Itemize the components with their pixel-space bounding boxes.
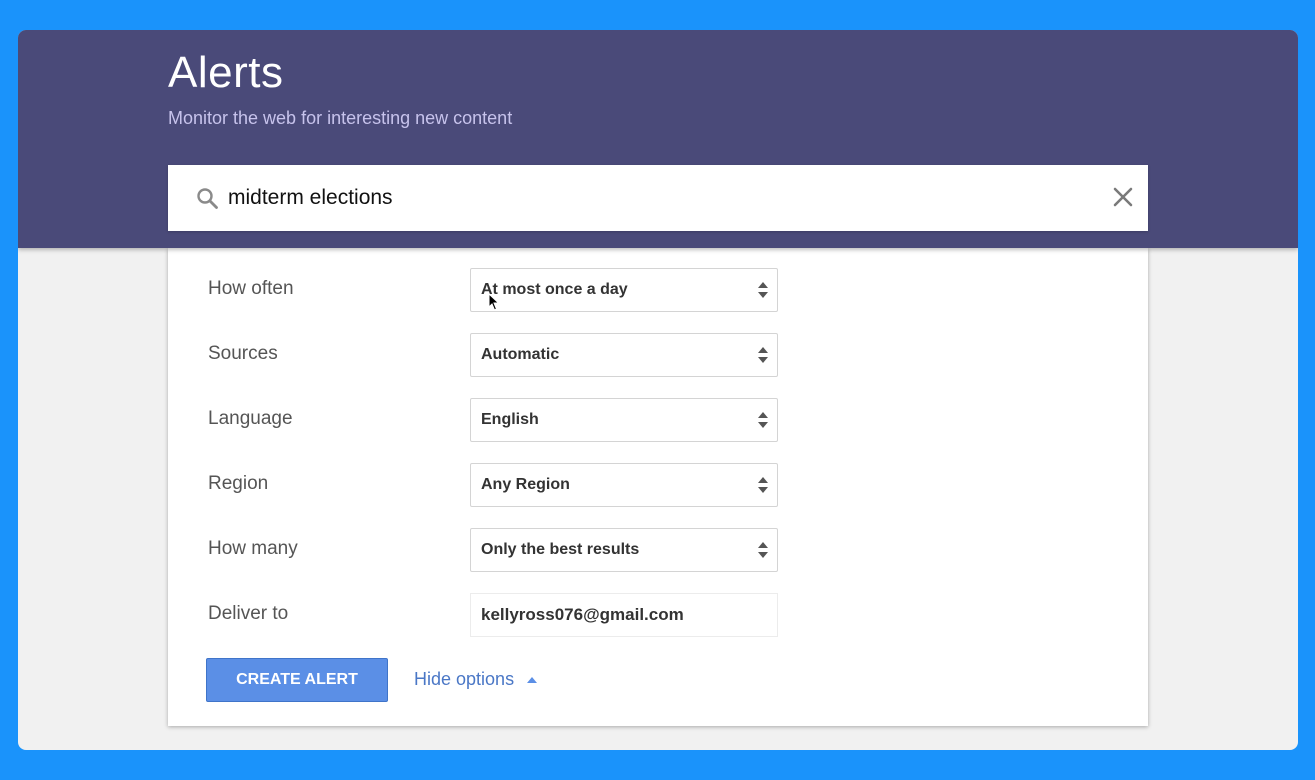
search-icon [197,188,218,209]
options-panel: How often At most once a day Sources Aut… [168,248,1148,726]
sources-value: Automatic [481,346,560,363]
language-value: English [481,411,539,428]
select-arrows-icon [758,477,768,493]
sources-select[interactable]: Automatic [470,333,778,377]
select-arrows-icon [758,542,768,558]
language-select[interactable]: English [470,398,778,442]
hide-options-link[interactable]: Hide options [414,669,538,690]
option-row-how-many: How many Only the best results [168,528,1148,572]
mouse-pointer-icon [488,293,500,311]
search-bar[interactable]: midterm elections [168,165,1148,231]
search-input[interactable]: midterm elections [228,186,393,210]
how-many-label: How many [208,538,298,559]
how-often-value: At most once a day [481,281,628,298]
select-arrows-icon [758,347,768,363]
how-many-select[interactable]: Only the best results [470,528,778,572]
select-arrows-icon [758,282,768,298]
page-subtitle: Monitor the web for interesting new cont… [168,108,513,128]
create-alert-button[interactable]: CREATE ALERT [206,658,388,702]
region-select[interactable]: Any Region [470,463,778,507]
page-title: Alerts [168,48,284,97]
option-row-how-often: How often At most once a day [168,268,1148,312]
region-label: Region [208,473,269,494]
caret-up-icon [527,676,538,683]
deliver-to-field[interactable]: kellyross076@gmail.com [470,593,778,637]
option-row-deliver-to: Deliver to kellyross076@gmail.com [168,593,1148,637]
sources-label: Sources [208,343,278,364]
option-row-region: Region Any Region [168,463,1148,507]
close-icon[interactable] [1112,186,1134,208]
language-label: Language [208,408,293,429]
option-row-language: Language English [168,398,1148,442]
alerts-window: Alerts Monitor the web for interesting n… [18,30,1298,750]
select-arrows-icon [758,412,768,428]
deliver-to-value: kellyross076@gmail.com [481,605,684,624]
deliver-to-label: Deliver to [208,603,289,624]
hide-options-label: Hide options [414,669,515,689]
how-many-value: Only the best results [481,541,640,558]
region-value: Any Region [481,476,570,493]
how-often-label: How often [208,278,294,299]
option-row-sources: Sources Automatic [168,333,1148,377]
how-often-select[interactable]: At most once a day [470,268,778,312]
